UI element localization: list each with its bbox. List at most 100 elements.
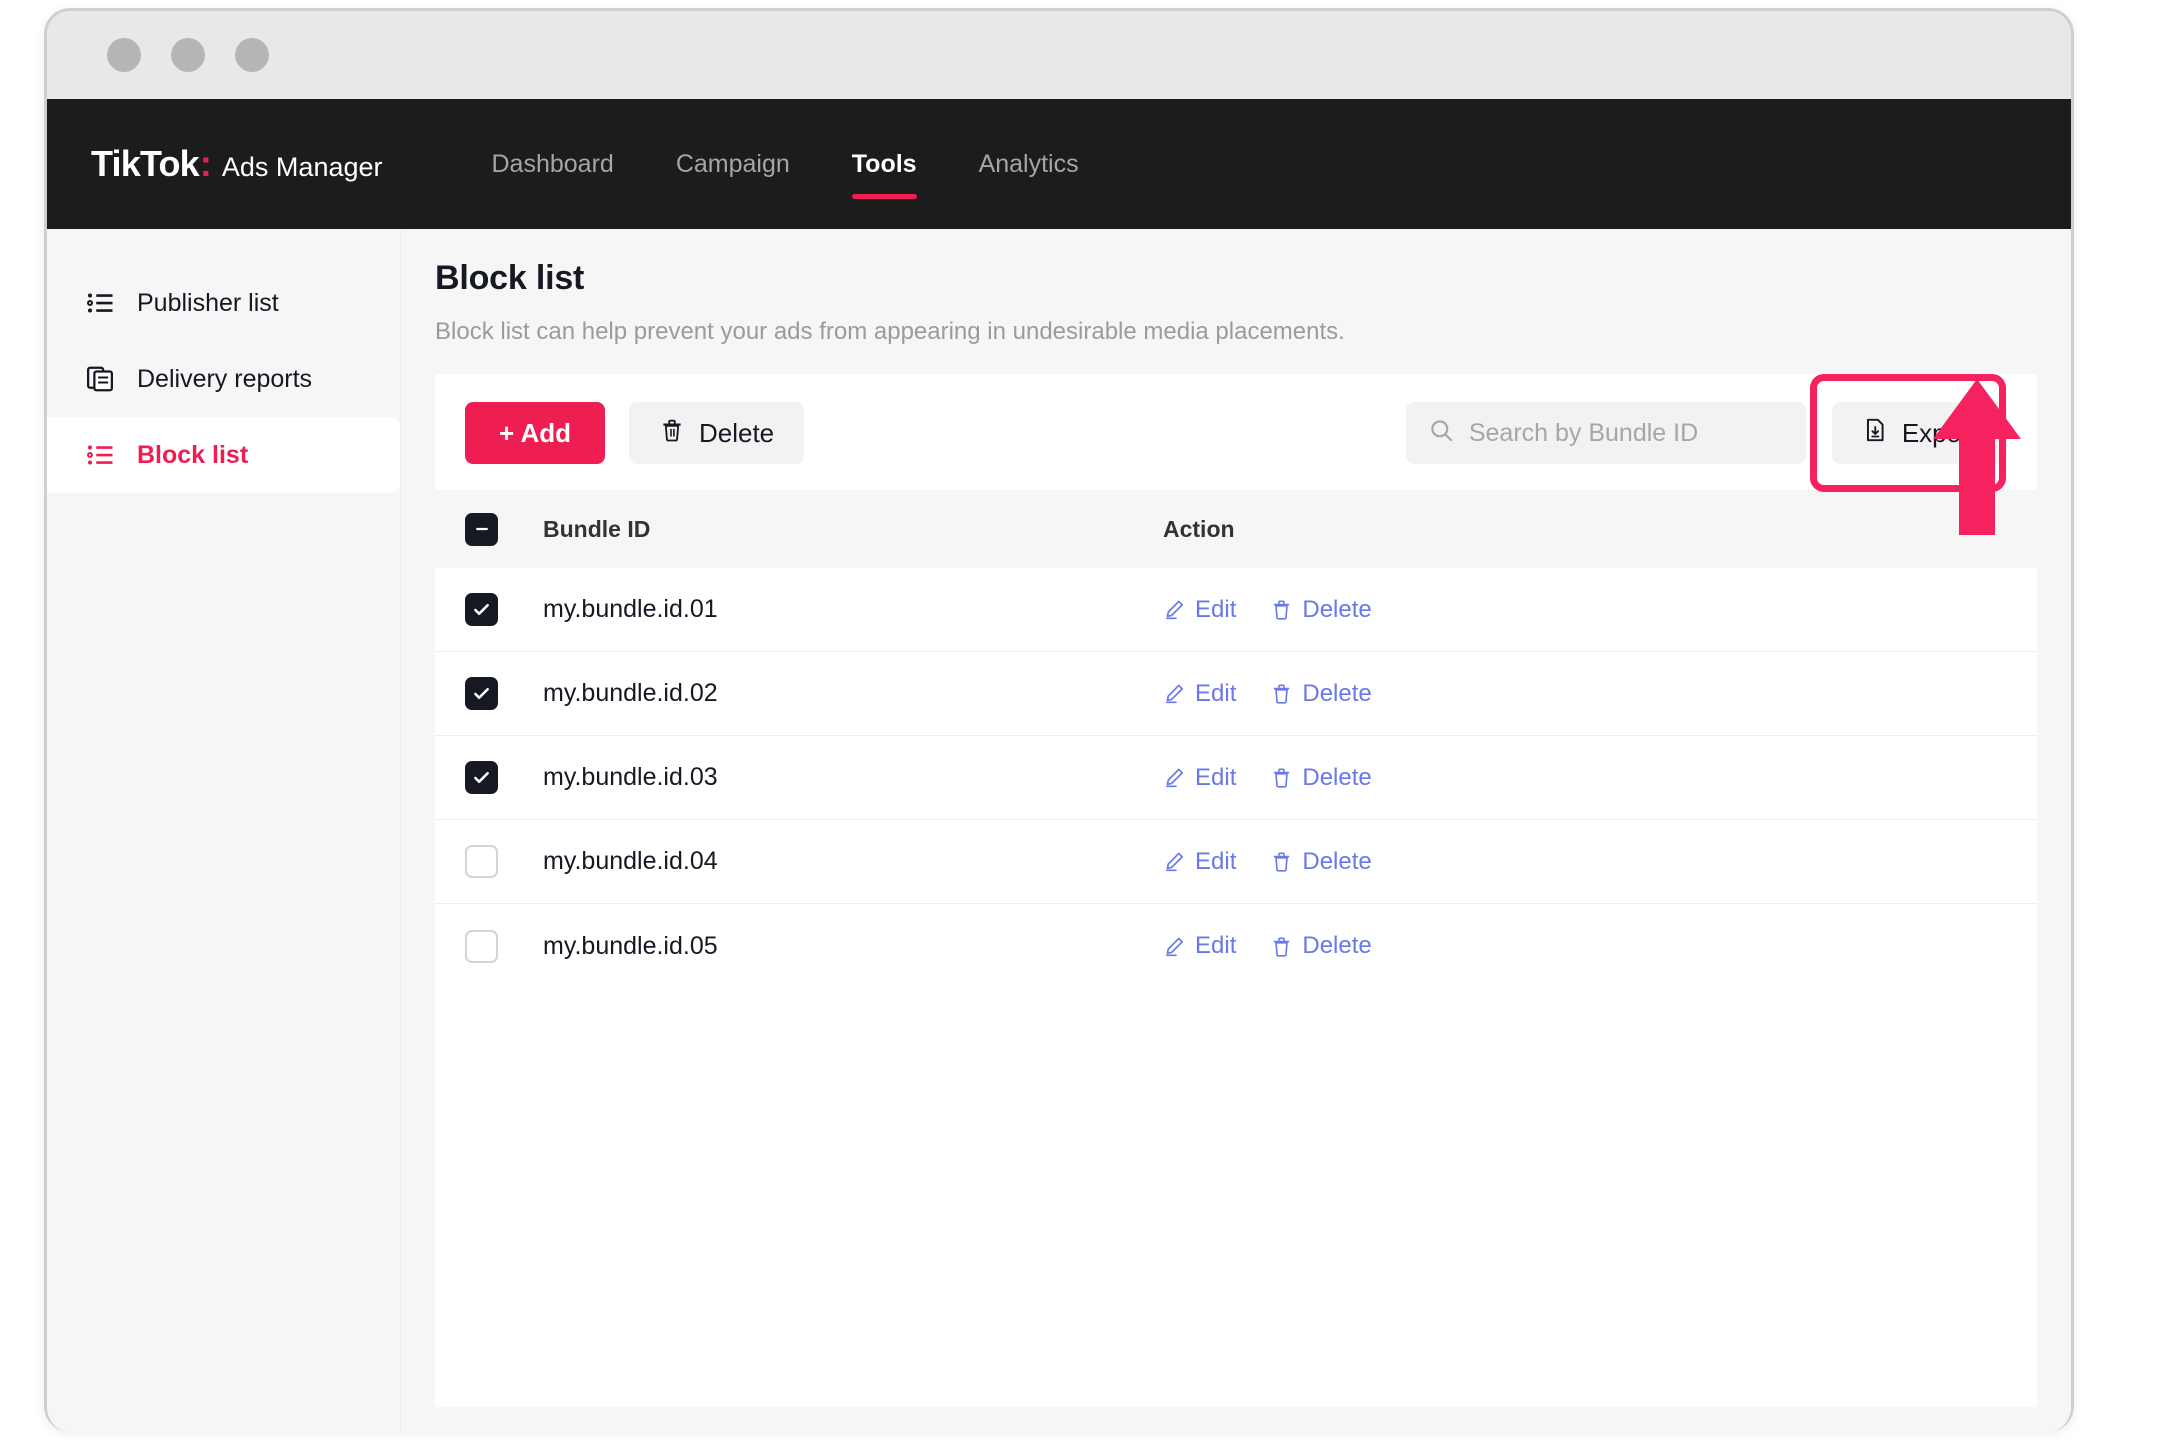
pencil-icon xyxy=(1163,935,1186,958)
delete-label: Delete xyxy=(1302,848,1371,876)
column-header-action: Action xyxy=(1163,516,1235,543)
delete-label: Delete xyxy=(1302,932,1371,960)
add-button[interactable]: + Add xyxy=(465,402,605,464)
sidebar-item-label: Publisher list xyxy=(137,289,279,318)
delete-link[interactable]: Delete xyxy=(1270,848,1371,876)
list-icon xyxy=(85,288,115,318)
pencil-icon xyxy=(1163,850,1186,873)
main-content: Block list Block list can help prevent y… xyxy=(401,229,2071,1432)
cell-actions: Edit Delete xyxy=(1163,932,1372,960)
brand-name: TikTok xyxy=(91,143,199,185)
table-row[interactable]: my.bundle.id.03 Edit xyxy=(435,736,2037,820)
row-select-cell xyxy=(465,930,543,963)
list-icon xyxy=(85,440,115,470)
row-checkbox[interactable] xyxy=(465,930,498,963)
search-input[interactable] xyxy=(1469,419,1784,448)
edit-link[interactable]: Edit xyxy=(1163,932,1236,960)
nav-item-dashboard[interactable]: Dashboard xyxy=(461,150,645,179)
pencil-icon xyxy=(1163,766,1186,789)
close-icon[interactable] xyxy=(107,38,141,72)
row-checkbox[interactable] xyxy=(465,593,498,626)
minimize-icon[interactable] xyxy=(171,38,205,72)
maximize-icon[interactable] xyxy=(235,38,269,72)
export-file-icon xyxy=(1862,417,1888,450)
delete-label: Delete xyxy=(1302,764,1371,792)
row-select-cell xyxy=(465,761,543,794)
cell-bundle-id: my.bundle.id.03 xyxy=(543,763,1163,792)
row-checkbox[interactable] xyxy=(465,845,498,878)
sidebar-item-label: Block list xyxy=(137,441,248,470)
page-title: Block list xyxy=(435,259,2037,298)
edit-link[interactable]: Edit xyxy=(1163,764,1236,792)
pencil-icon xyxy=(1163,598,1186,621)
delete-link[interactable]: Delete xyxy=(1270,596,1371,624)
trash-icon xyxy=(1270,682,1293,705)
edit-link[interactable]: Edit xyxy=(1163,596,1236,624)
sidebar-item-publisher-list[interactable]: Publisher list xyxy=(47,265,400,341)
sidebar-item-label: Delivery reports xyxy=(137,365,312,394)
edit-label: Edit xyxy=(1195,764,1236,792)
row-select-cell xyxy=(465,677,543,710)
brand-product: Ads Manager xyxy=(222,152,383,183)
row-checkbox[interactable] xyxy=(465,677,498,710)
row-select-cell xyxy=(465,593,543,626)
cell-actions: Edit Delete xyxy=(1163,596,1372,624)
cell-actions: Edit Delete xyxy=(1163,680,1372,708)
nav-item-analytics[interactable]: Analytics xyxy=(948,150,1110,179)
cell-bundle-id: my.bundle.id.01 xyxy=(543,595,1163,624)
sidebar-item-block-list[interactable]: Block list xyxy=(47,417,400,493)
row-checkbox[interactable] xyxy=(465,761,498,794)
table-row[interactable]: my.bundle.id.02 Edit xyxy=(435,652,2037,736)
trash-icon xyxy=(1270,850,1293,873)
callout-arrow-up-icon xyxy=(1931,377,2023,537)
window-titlebar xyxy=(47,11,2071,99)
brand-colon: : xyxy=(200,143,212,185)
sidebar: Publisher list Delivery reports xyxy=(47,229,401,1432)
browser-window: TikTok: Ads Manager Dashboard Campaign T… xyxy=(44,8,2074,1432)
nav-items: Dashboard Campaign Tools Analytics xyxy=(461,150,1110,179)
table-toolbar: + Add Delete xyxy=(435,374,2037,490)
cell-bundle-id: my.bundle.id.02 xyxy=(543,679,1163,708)
trash-icon xyxy=(1270,766,1293,789)
delete-link[interactable]: Delete xyxy=(1270,932,1371,960)
select-all-cell xyxy=(465,513,543,546)
row-select-cell xyxy=(465,845,543,878)
table-row[interactable]: my.bundle.id.05 Edit xyxy=(435,904,2037,988)
brand-logo[interactable]: TikTok: Ads Manager xyxy=(91,143,383,185)
edit-label: Edit xyxy=(1195,596,1236,624)
document-icon xyxy=(85,364,115,394)
table-row[interactable]: my.bundle.id.04 Edit xyxy=(435,820,2037,904)
edit-link[interactable]: Edit xyxy=(1163,848,1236,876)
edit-label: Edit xyxy=(1195,848,1236,876)
table-row[interactable]: my.bundle.id.01 Edit xyxy=(435,568,2037,652)
cell-bundle-id: my.bundle.id.05 xyxy=(543,932,1163,961)
trash-icon xyxy=(659,417,685,450)
cell-actions: Edit Delete xyxy=(1163,848,1372,876)
page-description: Block list can help prevent your ads fro… xyxy=(435,318,2037,346)
search-box[interactable] xyxy=(1406,402,1806,464)
sidebar-item-delivery-reports[interactable]: Delivery reports xyxy=(47,341,400,417)
top-navigation-bar: TikTok: Ads Manager Dashboard Campaign T… xyxy=(47,99,2071,229)
pencil-icon xyxy=(1163,682,1186,705)
nav-item-campaign[interactable]: Campaign xyxy=(645,150,821,179)
table-header-row: Bundle ID Action xyxy=(435,490,2037,568)
trash-icon xyxy=(1270,935,1293,958)
edit-label: Edit xyxy=(1195,932,1236,960)
edit-link[interactable]: Edit xyxy=(1163,680,1236,708)
edit-label: Edit xyxy=(1195,680,1236,708)
search-icon xyxy=(1428,417,1455,449)
delete-label: Delete xyxy=(1302,596,1371,624)
delete-link[interactable]: Delete xyxy=(1270,764,1371,792)
select-all-checkbox[interactable] xyxy=(465,513,498,546)
nav-item-tools[interactable]: Tools xyxy=(821,150,948,179)
cell-actions: Edit Delete xyxy=(1163,764,1372,792)
bulk-delete-button[interactable]: Delete xyxy=(629,402,804,464)
content-panel: + Add Delete xyxy=(435,374,2037,1407)
body-area: Publisher list Delivery reports xyxy=(47,229,2071,1432)
delete-label: Delete xyxy=(1302,680,1371,708)
delete-link[interactable]: Delete xyxy=(1270,680,1371,708)
bulk-delete-label: Delete xyxy=(699,418,774,449)
cell-bundle-id: my.bundle.id.04 xyxy=(543,847,1163,876)
trash-icon xyxy=(1270,598,1293,621)
column-header-bundle-id: Bundle ID xyxy=(543,516,1163,543)
